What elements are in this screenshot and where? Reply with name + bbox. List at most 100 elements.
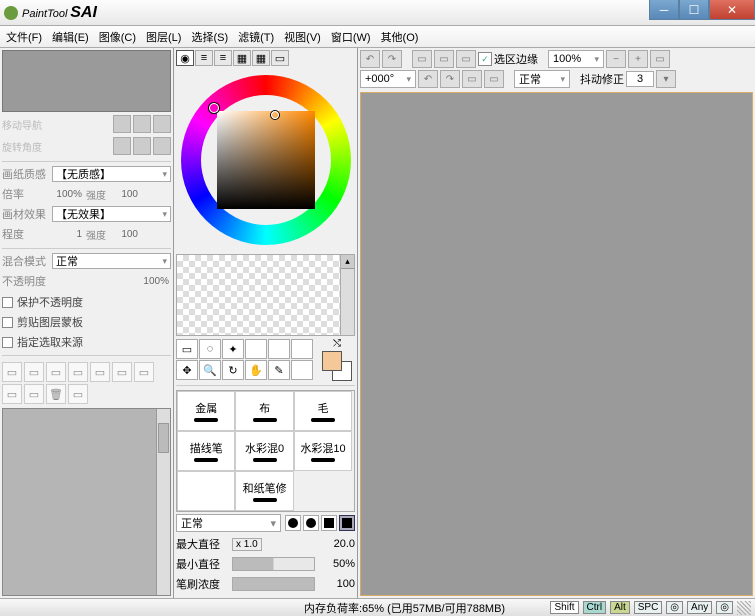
zoom-select[interactable]: 100% bbox=[548, 50, 604, 68]
new-linework-button[interactable]: ▭ bbox=[24, 362, 44, 382]
menu-edit[interactable]: 编辑(E) bbox=[52, 29, 89, 45]
max-dia-value[interactable]: 20.0 bbox=[319, 538, 355, 550]
swap-colors-button[interactable]: ⤭ bbox=[333, 338, 341, 349]
layer-btn-6[interactable]: ▭ bbox=[112, 362, 132, 382]
menu-layer[interactable]: 图层(L) bbox=[146, 29, 181, 45]
nav-btn-4[interactable] bbox=[113, 137, 131, 155]
nav-btn-5[interactable] bbox=[133, 137, 151, 155]
menu-view[interactable]: 视图(V) bbox=[284, 29, 321, 45]
zoom-out-button[interactable]: − bbox=[606, 50, 626, 68]
color-hsv-tab[interactable]: ≡ bbox=[214, 50, 232, 66]
nav-btn-6[interactable] bbox=[153, 137, 171, 155]
intensity-value[interactable]: 100 bbox=[108, 189, 140, 200]
undo-button[interactable]: ↶ bbox=[360, 50, 380, 68]
brush-watercolor10[interactable]: 水彩混10 bbox=[294, 431, 352, 471]
normal-select[interactable]: 正常 bbox=[514, 70, 570, 88]
show-sel-button[interactable]: ▭ bbox=[456, 50, 476, 68]
magic-wand-tool[interactable]: ✦ bbox=[222, 339, 244, 359]
zoom-fit-button[interactable]: ▭ bbox=[650, 50, 670, 68]
material-effect-select[interactable]: 【无效果】 bbox=[52, 206, 171, 222]
sel-edge-checkbox[interactable]: ✓ bbox=[478, 52, 492, 66]
tool-6[interactable] bbox=[291, 339, 313, 359]
tool-5[interactable] bbox=[268, 339, 290, 359]
color-swatches-tab[interactable]: ▦ bbox=[252, 50, 270, 66]
hand-tool[interactable]: ✋ bbox=[245, 360, 267, 380]
lasso-tool[interactable]: ◌ bbox=[199, 339, 221, 359]
stabilizer-dropdown[interactable]: ▾ bbox=[656, 70, 676, 88]
menu-other[interactable]: 其他(O) bbox=[381, 29, 419, 45]
nav-btn-2[interactable] bbox=[133, 115, 151, 133]
layer-scrollbar[interactable] bbox=[156, 409, 170, 595]
merge-down-button[interactable]: ▭ bbox=[2, 384, 22, 404]
layer-list[interactable] bbox=[2, 408, 171, 596]
navigator-preview[interactable] bbox=[2, 50, 171, 112]
tip-soft[interactable] bbox=[303, 515, 319, 531]
tip-circle[interactable] bbox=[285, 515, 301, 531]
layer-btn-9[interactable]: ▭ bbox=[24, 384, 44, 404]
max-dia-mult[interactable]: x 1.0 bbox=[232, 538, 262, 551]
degree-intensity-value[interactable]: 100 bbox=[108, 229, 140, 240]
deselect-button[interactable]: ▭ bbox=[412, 50, 432, 68]
rotate-cw-button[interactable]: ↷ bbox=[440, 70, 460, 88]
brush-cloth[interactable]: 布 bbox=[235, 391, 293, 431]
menu-file[interactable]: 文件(F) bbox=[6, 29, 42, 45]
brush-watercolor0[interactable]: 水彩混0 bbox=[235, 431, 293, 471]
rotate-ccw-button[interactable]: ↶ bbox=[418, 70, 438, 88]
blend-mode-select[interactable]: 正常 bbox=[52, 253, 171, 269]
tool-12[interactable] bbox=[291, 360, 313, 380]
nav-btn-3[interactable] bbox=[153, 115, 171, 133]
canvas-area[interactable] bbox=[360, 92, 753, 596]
minimize-button[interactable]: ─ bbox=[649, 0, 679, 20]
brush-linework[interactable]: 描线笔 bbox=[177, 431, 235, 471]
sv-picker[interactable] bbox=[217, 111, 315, 209]
new-layer-button[interactable]: ▭ bbox=[2, 362, 22, 382]
paper-texture-select[interactable]: 【无质感】 bbox=[52, 166, 171, 182]
swatch-scrollbar[interactable]: ▴ bbox=[340, 255, 354, 335]
clipping-mask-checkbox[interactable]: 剪贴图层蒙板 bbox=[2, 314, 171, 330]
layer-btn-7[interactable]: ▭ bbox=[134, 362, 154, 382]
menu-filter[interactable]: 滤镜(T) bbox=[238, 29, 274, 45]
color-wheel[interactable] bbox=[176, 68, 355, 252]
brush-fur[interactable]: 毛 bbox=[294, 391, 352, 431]
menu-select[interactable]: 选择(S) bbox=[191, 29, 228, 45]
zoom-in-button[interactable]: + bbox=[628, 50, 648, 68]
brush-mode-select[interactable]: 正常 bbox=[176, 514, 281, 532]
color-mixer-tab[interactable]: ▦ bbox=[233, 50, 251, 66]
color-wheel-tab[interactable]: ◉ bbox=[176, 50, 194, 66]
brush-metal[interactable]: 金属 bbox=[177, 391, 235, 431]
opacity-value[interactable]: 100% bbox=[139, 276, 171, 287]
fg-bg-colors[interactable] bbox=[322, 351, 352, 381]
angle-select[interactable]: +000° bbox=[360, 70, 416, 88]
redo-button[interactable]: ↷ bbox=[382, 50, 402, 68]
zoom-tool[interactable]: 🔍 bbox=[199, 360, 221, 380]
rect-select-tool[interactable]: ▭ bbox=[176, 339, 198, 359]
move-tool[interactable]: ✥ bbox=[176, 360, 198, 380]
tip-flat[interactable] bbox=[321, 515, 337, 531]
select-source-checkbox[interactable]: 指定选取来源 bbox=[2, 334, 171, 350]
close-button[interactable]: ✕ bbox=[709, 0, 755, 20]
swatch-palette[interactable]: ▴ bbox=[176, 254, 355, 336]
min-dia-slider[interactable] bbox=[232, 557, 315, 571]
resize-grip-icon[interactable] bbox=[737, 601, 751, 615]
brush-washi[interactable]: 和纸笔修 bbox=[235, 471, 293, 511]
tip-square[interactable] bbox=[339, 515, 355, 531]
layer-btn-4[interactable]: ▭ bbox=[68, 362, 88, 382]
delete-layer-button[interactable]: 🗑 bbox=[46, 384, 66, 404]
layer-btn-5[interactable]: ▭ bbox=[90, 362, 110, 382]
rotate-reset-button[interactable]: ▭ bbox=[462, 70, 482, 88]
stabilizer-input[interactable] bbox=[626, 71, 654, 87]
new-folder-button[interactable]: ▭ bbox=[46, 362, 66, 382]
menu-window[interactable]: 窗口(W) bbox=[331, 29, 371, 45]
invert-sel-button[interactable]: ▭ bbox=[434, 50, 454, 68]
degree-value[interactable]: 1 bbox=[52, 229, 84, 240]
fg-color[interactable] bbox=[322, 351, 342, 371]
density-slider[interactable] bbox=[232, 577, 315, 591]
color-scratch-tab[interactable]: ▭ bbox=[271, 50, 289, 66]
protect-opacity-checkbox[interactable]: 保护不透明度 bbox=[2, 294, 171, 310]
brush-empty[interactable] bbox=[177, 471, 235, 511]
maximize-button[interactable]: ☐ bbox=[679, 0, 709, 20]
rotate-tool[interactable]: ↻ bbox=[222, 360, 244, 380]
clear-layer-button[interactable]: ▭ bbox=[68, 384, 88, 404]
nav-btn-1[interactable] bbox=[113, 115, 131, 133]
scale-value[interactable]: 100% bbox=[52, 189, 84, 200]
